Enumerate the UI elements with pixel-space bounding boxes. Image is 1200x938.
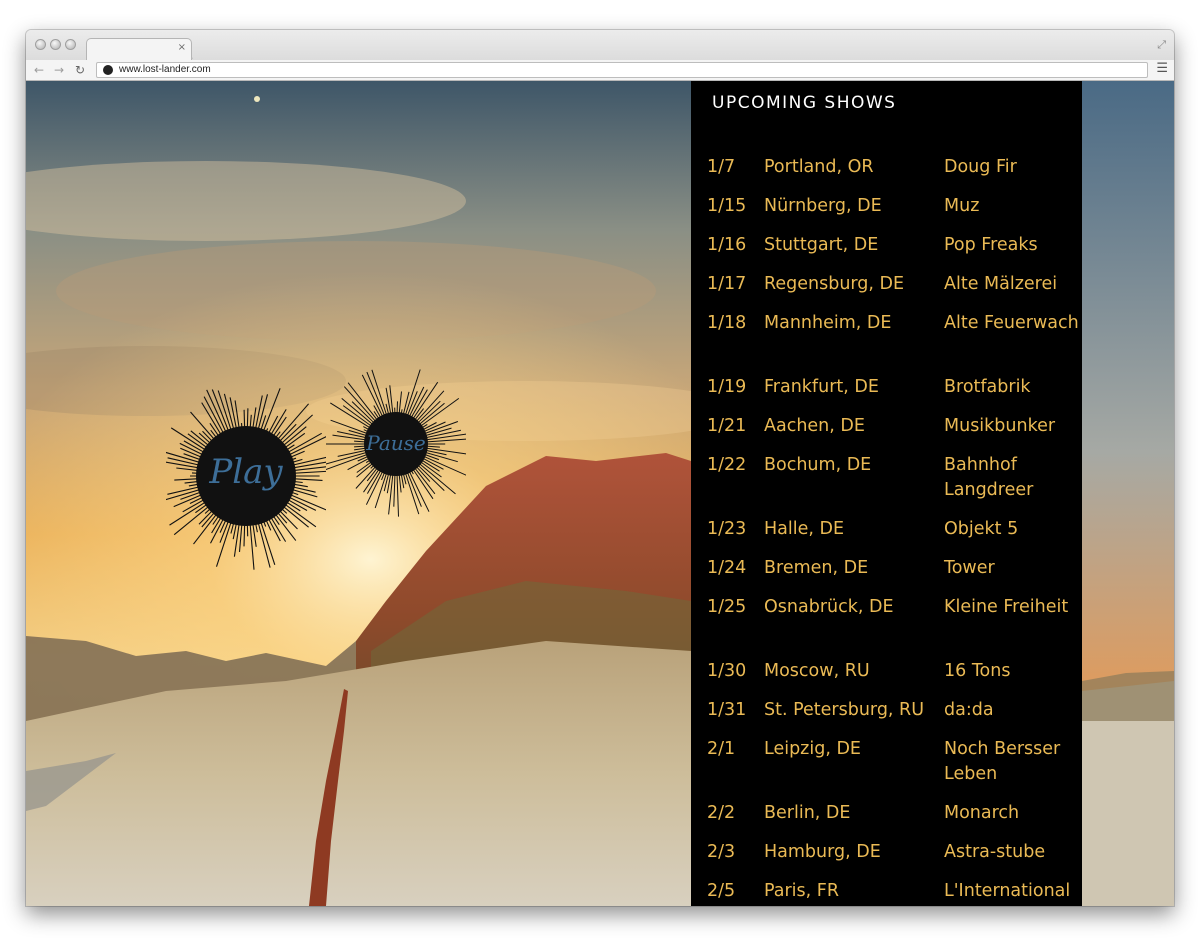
show-city: Hamburg, DE bbox=[764, 842, 881, 862]
show-venue: Brotfabrik bbox=[944, 377, 1031, 397]
show-city: Berlin, DE bbox=[764, 803, 851, 823]
show-date: 1/22 bbox=[707, 455, 747, 475]
show-venue: Musikbunker bbox=[944, 416, 1056, 436]
page-viewport: Play Pause UPCOMING SHOWS 1/7 Portland, O… bbox=[26, 81, 1174, 906]
show-row: 1/31 St. Petersburg, RU da:da bbox=[691, 698, 1082, 737]
tab-close-icon[interactable]: × bbox=[178, 42, 186, 54]
show-city: Leipzig, DE bbox=[764, 739, 861, 759]
show-venue: Alte Feuerwach bbox=[944, 313, 1079, 333]
show-row: 1/22 Bochum, DE Bahnhof Langdreer bbox=[691, 453, 1082, 517]
show-date: 2/1 bbox=[707, 739, 736, 759]
show-date: 1/31 bbox=[707, 700, 747, 720]
pause-button[interactable]: Pause bbox=[326, 359, 466, 529]
show-venue: Doug Fir bbox=[944, 157, 1017, 177]
show-date: 1/30 bbox=[707, 661, 747, 681]
show-venue: da:da bbox=[944, 700, 994, 720]
show-city: St. Petersburg, RU bbox=[764, 700, 925, 720]
show-row: 2/3 Hamburg, DE Astra-stube bbox=[691, 840, 1082, 879]
show-city: Bochum, DE bbox=[764, 455, 872, 475]
browser-window: × ⤢ ← → ↻ www.lost-lander.com ☰ Play Pau… bbox=[26, 30, 1174, 906]
forward-arrow-icon[interactable]: → bbox=[54, 62, 64, 78]
shows-title: UPCOMING SHOWS bbox=[712, 93, 897, 113]
show-row: 1/21 Aachen, DE Musikbunker bbox=[691, 414, 1082, 453]
show-date: 1/25 bbox=[707, 597, 747, 617]
show-date: 2/2 bbox=[707, 803, 736, 823]
show-city: Portland, OR bbox=[764, 157, 874, 177]
title-bar: × ⤢ bbox=[26, 30, 1174, 60]
show-date: 1/17 bbox=[707, 274, 747, 294]
show-city: Halle, DE bbox=[764, 519, 845, 539]
show-venue: Objekt 5 bbox=[944, 519, 1019, 539]
show-row: 1/17 Regensburg, DE Alte Mälzerei bbox=[691, 272, 1082, 311]
show-row: 1/30 Moscow, RU 16 Tons bbox=[691, 659, 1082, 698]
show-venue: 16 Tons bbox=[944, 661, 1011, 681]
show-city: Aachen, DE bbox=[764, 416, 865, 436]
show-row: 1/15 Nürnberg, DE Muz bbox=[691, 194, 1082, 233]
browser-tab[interactable]: × bbox=[86, 38, 192, 60]
show-date: 1/7 bbox=[707, 157, 736, 177]
show-row: 1/24 Bremen, DE Tower bbox=[691, 556, 1082, 595]
show-date: 1/16 bbox=[707, 235, 747, 255]
show-date: 1/21 bbox=[707, 416, 747, 436]
show-venue: Astra-stube bbox=[944, 842, 1046, 862]
show-date: 1/15 bbox=[707, 196, 747, 216]
pause-label: Pause bbox=[366, 431, 426, 455]
show-city: Osnabrück, DE bbox=[764, 597, 894, 617]
show-date: 1/18 bbox=[707, 313, 747, 333]
show-venue: L'International bbox=[944, 881, 1071, 901]
show-list: 1/7 Portland, OR Doug Fir 1/15 Nürnberg, DE M… bbox=[691, 155, 1082, 906]
show-venue: Noch Bersser Leben bbox=[944, 739, 1061, 784]
show-row: 1/23 Halle, DE Objekt 5 bbox=[691, 517, 1082, 556]
show-date: 2/5 bbox=[707, 881, 736, 901]
show-date: 1/19 bbox=[707, 377, 747, 397]
show-venue: Pop Freaks bbox=[944, 235, 1038, 255]
play-label: Play bbox=[209, 452, 283, 492]
show-city: Nürnberg, DE bbox=[764, 196, 882, 216]
close-window-button[interactable] bbox=[35, 39, 46, 50]
show-city: Moscow, RU bbox=[764, 661, 870, 681]
show-date: 2/3 bbox=[707, 842, 736, 862]
show-city: Frankfurt, DE bbox=[764, 377, 879, 397]
reload-icon[interactable]: ↻ bbox=[75, 62, 85, 78]
show-city: Paris, FR bbox=[764, 881, 840, 901]
show-venue: Tower bbox=[944, 558, 995, 578]
play-button[interactable]: Play bbox=[166, 376, 326, 576]
show-row: 2/2 Berlin, DE Monarch bbox=[691, 801, 1082, 840]
show-city: Mannheim, DE bbox=[764, 313, 892, 333]
browser-menu-icon[interactable]: ☰ bbox=[1156, 61, 1168, 77]
minimize-window-button[interactable] bbox=[50, 39, 61, 50]
show-row: 1/16 Stuttgart, DE Pop Freaks bbox=[691, 233, 1082, 272]
upcoming-shows-panel: UPCOMING SHOWS 1/7 Portland, OR Doug Fir 1/… bbox=[691, 81, 1082, 906]
address-bar[interactable]: www.lost-lander.com bbox=[96, 62, 1148, 78]
zoom-window-button[interactable] bbox=[65, 39, 76, 50]
site-favicon-icon bbox=[103, 65, 113, 75]
show-venue: Muz bbox=[944, 196, 980, 216]
show-row: 1/19 Frankfurt, DE Brotfabrik bbox=[691, 375, 1082, 414]
browser-toolbar: ← → ↻ www.lost-lander.com ☰ bbox=[26, 60, 1174, 81]
show-row: 2/5 Paris, FR L'International bbox=[691, 879, 1082, 906]
show-row: 1/7 Portland, OR Doug Fir bbox=[691, 155, 1082, 194]
show-row: 1/18 Mannheim, DE Alte Feuerwach bbox=[691, 311, 1082, 375]
show-date: 1/23 bbox=[707, 519, 747, 539]
show-date: 1/24 bbox=[707, 558, 747, 578]
show-venue: Monarch bbox=[944, 803, 1020, 823]
back-arrow-icon[interactable]: ← bbox=[34, 62, 44, 78]
show-venue: Alte Mälzerei bbox=[944, 274, 1058, 294]
show-city: Stuttgart, DE bbox=[764, 235, 879, 255]
show-row: 1/25 Osnabrück, DE Kleine Freiheit bbox=[691, 595, 1082, 659]
fullscreen-icon[interactable]: ⤢ bbox=[1157, 38, 1166, 52]
show-venue: Kleine Freiheit bbox=[944, 597, 1069, 617]
show-venue: Bahnhof Langdreer bbox=[944, 455, 1034, 500]
url-text: www.lost-lander.com bbox=[119, 64, 211, 75]
show-city: Regensburg, DE bbox=[764, 274, 905, 294]
show-row: 2/1 Leipzig, DE Noch Bersser Leben bbox=[691, 737, 1082, 801]
show-city: Bremen, DE bbox=[764, 558, 869, 578]
